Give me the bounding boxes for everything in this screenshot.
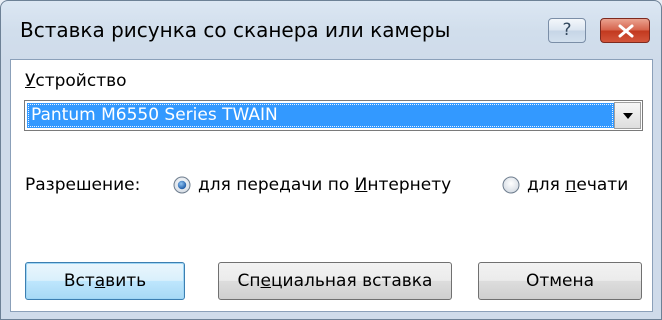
resolution-row: Разрешение: для передачи по Интернету дл… <box>25 173 645 197</box>
special-insert-button[interactable]: Специальная вставка <box>218 262 452 300</box>
title-bar[interactable]: Вставка рисунка со сканера или камеры ? <box>1 1 661 59</box>
device-dropdown-button[interactable] <box>614 102 641 129</box>
radio-internet-label: для передачи по Интернету <box>198 175 452 195</box>
radio-print[interactable]: для печати <box>502 173 642 197</box>
close-icon <box>618 24 634 38</box>
device-label-text: стройство <box>35 71 127 91</box>
device-selected-value: Pantum M6550 Series TWAIN <box>27 103 614 128</box>
radio-internet[interactable]: для передачи по Интернету <box>173 173 483 197</box>
help-button[interactable]: ? <box>548 18 586 43</box>
resolution-label: Разрешение: <box>25 175 141 195</box>
device-select[interactable]: Pantum M6550 Series TWAIN <box>24 100 643 131</box>
close-button[interactable] <box>600 18 650 43</box>
chevron-down-icon <box>623 113 633 119</box>
insert-button[interactable]: Вставить <box>25 262 185 300</box>
radio-checked-icon <box>173 176 191 194</box>
dialog-title: Вставка рисунка со сканера или камеры <box>20 18 451 42</box>
radio-unchecked-icon <box>502 176 520 194</box>
device-label: Устройство <box>25 71 127 91</box>
radio-print-label: для печати <box>527 175 629 195</box>
device-label-mnemonic: У <box>25 71 36 91</box>
insert-picture-dialog: Вставка рисунка со сканера или камеры ? … <box>0 0 662 320</box>
dialog-content: Устройство Pantum M6550 Series TWAIN Раз… <box>10 59 653 312</box>
cancel-button[interactable]: Отмена <box>478 262 642 300</box>
